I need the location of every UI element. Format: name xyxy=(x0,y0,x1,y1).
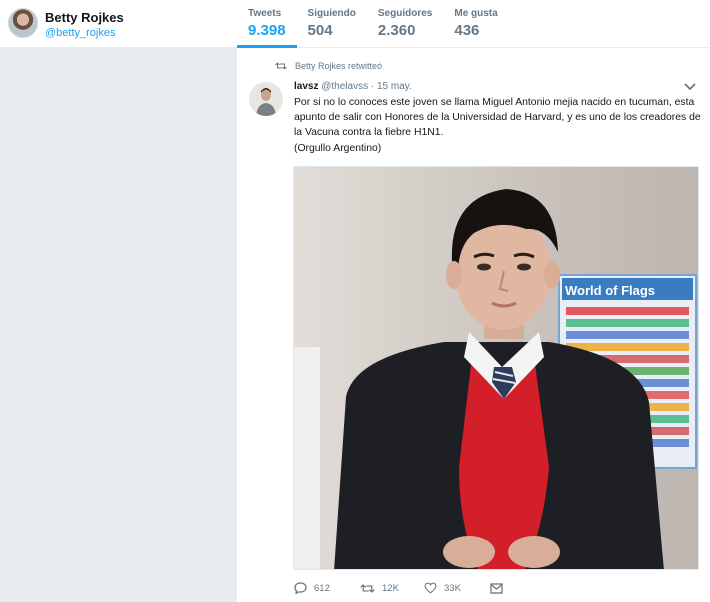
stat-value: 2.360 xyxy=(377,22,416,39)
stat-label: Tweets xyxy=(248,8,282,19)
avatar[interactable] xyxy=(8,8,38,38)
tweet-card[interactable]: Betty Rojkes retwitteó lavsz @thelavss ·… xyxy=(237,48,710,602)
author-photo xyxy=(249,82,283,116)
poster-title: World of Flags xyxy=(565,283,655,298)
stat-following[interactable]: Siguiendo 504 xyxy=(297,0,367,48)
profile-header: Betty Rojkes @betty_rojkes Tweets 9.398 … xyxy=(0,0,710,48)
profile-stats: Tweets 9.398 Siguiendo 504 Seguidores 2.… xyxy=(237,0,509,48)
tweet-author-name[interactable]: lavsz xyxy=(294,81,318,92)
reply-icon xyxy=(294,582,307,594)
stat-label: Me gusta xyxy=(454,8,498,19)
direct-message-icon xyxy=(490,582,503,594)
profile-name[interactable]: Betty Rojkes xyxy=(45,10,124,25)
tweet-text-tag: (Orgullo Argentino) xyxy=(294,142,382,154)
like-icon xyxy=(424,582,437,594)
retweet-icon xyxy=(275,62,287,70)
stat-value: 504 xyxy=(307,22,333,39)
stat-label: Siguiendo xyxy=(307,8,356,19)
tweet-media-image[interactable]: World of Flags xyxy=(293,166,699,570)
tweet-text-body: Por si no lo conoces este joven se llama… xyxy=(294,97,701,139)
stat-likes[interactable]: Me gusta 436 xyxy=(443,0,508,48)
tweet-text: Por si no lo conoces este joven se llama… xyxy=(294,95,702,156)
retweet-notice: Betty Rojkes retwitteó xyxy=(275,61,382,71)
tweet-author-handle[interactable]: @thelavss xyxy=(321,81,368,92)
direct-message-button[interactable] xyxy=(490,582,510,594)
stat-label: Seguidores xyxy=(377,8,433,19)
like-count: 33K xyxy=(444,582,461,594)
tweet-header: lavsz @thelavss · 15 may. xyxy=(294,81,412,92)
retweet-count: 12K xyxy=(382,582,399,594)
reply-count: 612 xyxy=(314,582,330,594)
timeline: Betty Rojkes retwitteó lavsz @thelavss ·… xyxy=(236,48,710,602)
retweet-notice-text[interactable]: Betty Rojkes retwitteó xyxy=(295,61,382,71)
photo: World of Flags xyxy=(294,167,698,569)
tweet-author-avatar[interactable] xyxy=(249,82,283,116)
reply-button[interactable]: 612 xyxy=(294,582,360,594)
stat-value: 436 xyxy=(454,22,480,39)
stat-tweets[interactable]: Tweets 9.398 xyxy=(237,0,297,48)
retweet-button[interactable]: 12K xyxy=(360,583,424,594)
stat-followers[interactable]: Seguidores 2.360 xyxy=(367,0,443,48)
like-button[interactable]: 33K xyxy=(424,582,490,594)
profile-handle[interactable]: @betty_rojkes xyxy=(45,27,115,39)
retweet-icon xyxy=(360,583,375,593)
tweet-timestamp[interactable]: 15 may. xyxy=(377,81,412,92)
separator-dot: · xyxy=(370,81,375,92)
stat-value: 9.398 xyxy=(248,22,286,39)
caret-down-icon[interactable] xyxy=(684,82,696,92)
tweet-actions: 612 12K 33K xyxy=(294,582,510,594)
